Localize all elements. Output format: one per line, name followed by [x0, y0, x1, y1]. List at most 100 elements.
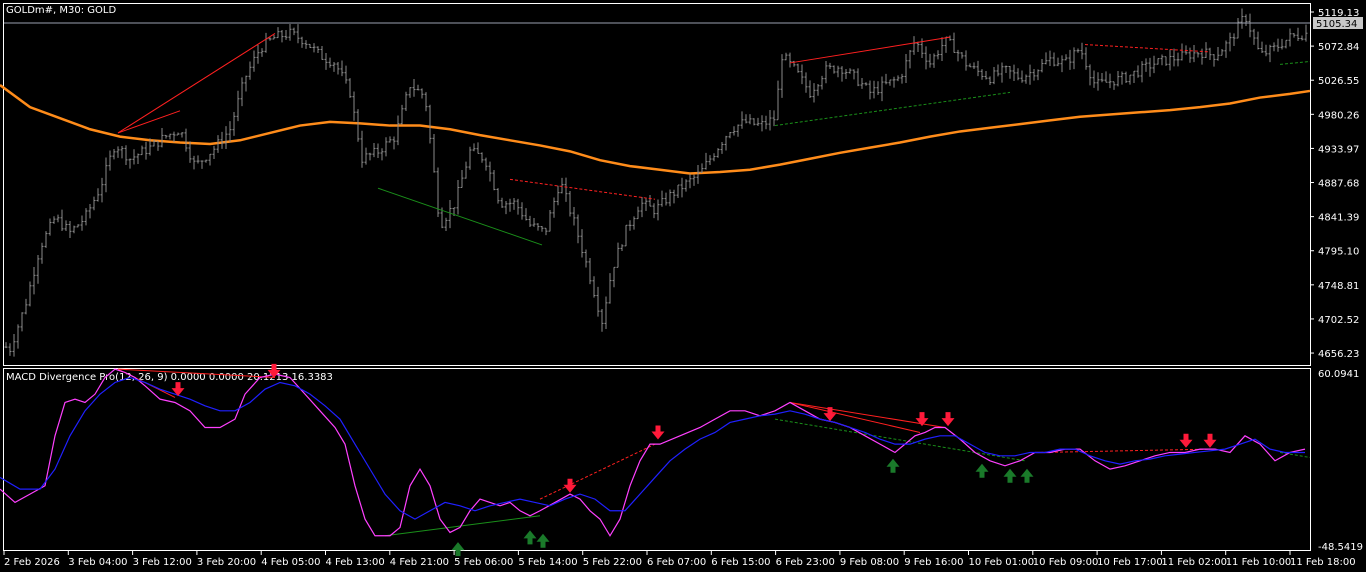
price-tick-label: 5026.55 — [1318, 76, 1359, 87]
candle — [1120, 71, 1124, 85]
candle — [840, 66, 844, 82]
candle — [776, 80, 780, 121]
candle — [120, 146, 124, 159]
candle — [1224, 40, 1228, 58]
candle — [704, 152, 708, 170]
price-divergence-lines — [117, 33, 1311, 246]
candle — [1044, 52, 1048, 65]
candle — [756, 117, 760, 126]
candle — [4, 342, 8, 349]
time-tick-label: 11 Feb 02:00 — [1161, 557, 1227, 568]
candle — [872, 80, 876, 99]
candle — [1020, 70, 1024, 83]
candle — [300, 36, 304, 48]
candle — [824, 61, 828, 84]
candle — [228, 121, 232, 143]
candle — [1128, 74, 1132, 85]
candle — [1084, 47, 1088, 70]
candle — [976, 60, 980, 77]
candle — [916, 41, 920, 52]
candle — [880, 76, 884, 102]
candle — [892, 76, 896, 88]
candle — [132, 149, 136, 165]
candle — [596, 286, 600, 317]
price-tick-label: 5072.84 — [1318, 42, 1359, 53]
bearish-divergence-line — [789, 401, 921, 433]
candle — [552, 197, 556, 218]
price-tick-label: 4702.52 — [1318, 315, 1359, 326]
candle — [84, 208, 88, 226]
candle — [560, 177, 564, 194]
candle — [588, 257, 592, 285]
candle — [676, 184, 680, 198]
candle — [628, 220, 632, 231]
candle — [1148, 57, 1152, 77]
candle — [20, 312, 24, 332]
candle — [496, 188, 500, 204]
candle — [364, 147, 368, 165]
buy-arrow-icon — [451, 542, 465, 557]
time-tick-label: 4 Feb 13:00 — [326, 557, 385, 568]
candle — [640, 197, 644, 218]
candle — [432, 134, 436, 173]
candle — [1192, 44, 1196, 63]
buy-arrow-icon — [1003, 468, 1017, 483]
candle — [88, 203, 92, 219]
candle — [1156, 58, 1160, 65]
candle — [888, 79, 892, 86]
candle — [1096, 72, 1100, 91]
candle — [556, 185, 560, 206]
candle — [104, 157, 108, 193]
candle — [308, 43, 312, 49]
candle — [580, 229, 584, 258]
candle — [184, 128, 188, 152]
indicator-panel[interactable]: MACD Divergence Pro(12, 26, 9) 0.0000 0.… — [0, 363, 1363, 557]
bullish-divergence-line — [384, 515, 541, 537]
candle — [1300, 35, 1304, 41]
candle — [52, 216, 56, 224]
candle — [696, 164, 700, 184]
candle — [1168, 49, 1172, 71]
candle — [1144, 58, 1148, 72]
candle — [56, 214, 60, 223]
candle — [372, 143, 376, 158]
candle — [304, 40, 308, 49]
candle — [332, 61, 336, 72]
candle — [692, 174, 696, 186]
candle — [944, 36, 948, 53]
bullish-divergence-line — [1279, 60, 1311, 65]
candle — [1172, 48, 1176, 67]
time-tick-label: 9 Feb 08:00 — [840, 557, 899, 568]
candle — [60, 209, 64, 231]
candle — [1024, 74, 1028, 84]
candle — [8, 343, 12, 356]
candle — [220, 131, 224, 149]
buy-arrow-icon — [523, 530, 537, 545]
candle — [484, 157, 488, 171]
time-tick-label: 6 Feb 07:00 — [647, 557, 706, 568]
candle — [92, 196, 96, 211]
candle — [520, 202, 524, 220]
candle — [1076, 48, 1080, 53]
candle — [700, 163, 704, 173]
candle — [940, 37, 944, 62]
candle — [1212, 54, 1216, 67]
candle — [788, 52, 792, 68]
candle — [44, 231, 48, 248]
candle — [1160, 54, 1164, 66]
candle — [844, 68, 848, 80]
candle — [416, 84, 420, 91]
candle — [1220, 48, 1224, 56]
candle — [412, 79, 416, 97]
candle — [160, 127, 164, 148]
price-panel[interactable]: 5105.34 GOLDm#, M30: GOLD 5119.13 5072.84… — [0, 3, 1363, 366]
candle — [652, 203, 656, 219]
candle — [608, 273, 612, 304]
candle — [948, 35, 952, 41]
trading-chart[interactable]: 5105.34 GOLDm#, M30: GOLD 5119.13 5072.84… — [0, 0, 1366, 572]
candle — [116, 146, 120, 158]
candle — [516, 198, 520, 215]
candle — [72, 225, 76, 234]
candle — [32, 267, 36, 295]
candle — [172, 131, 176, 142]
